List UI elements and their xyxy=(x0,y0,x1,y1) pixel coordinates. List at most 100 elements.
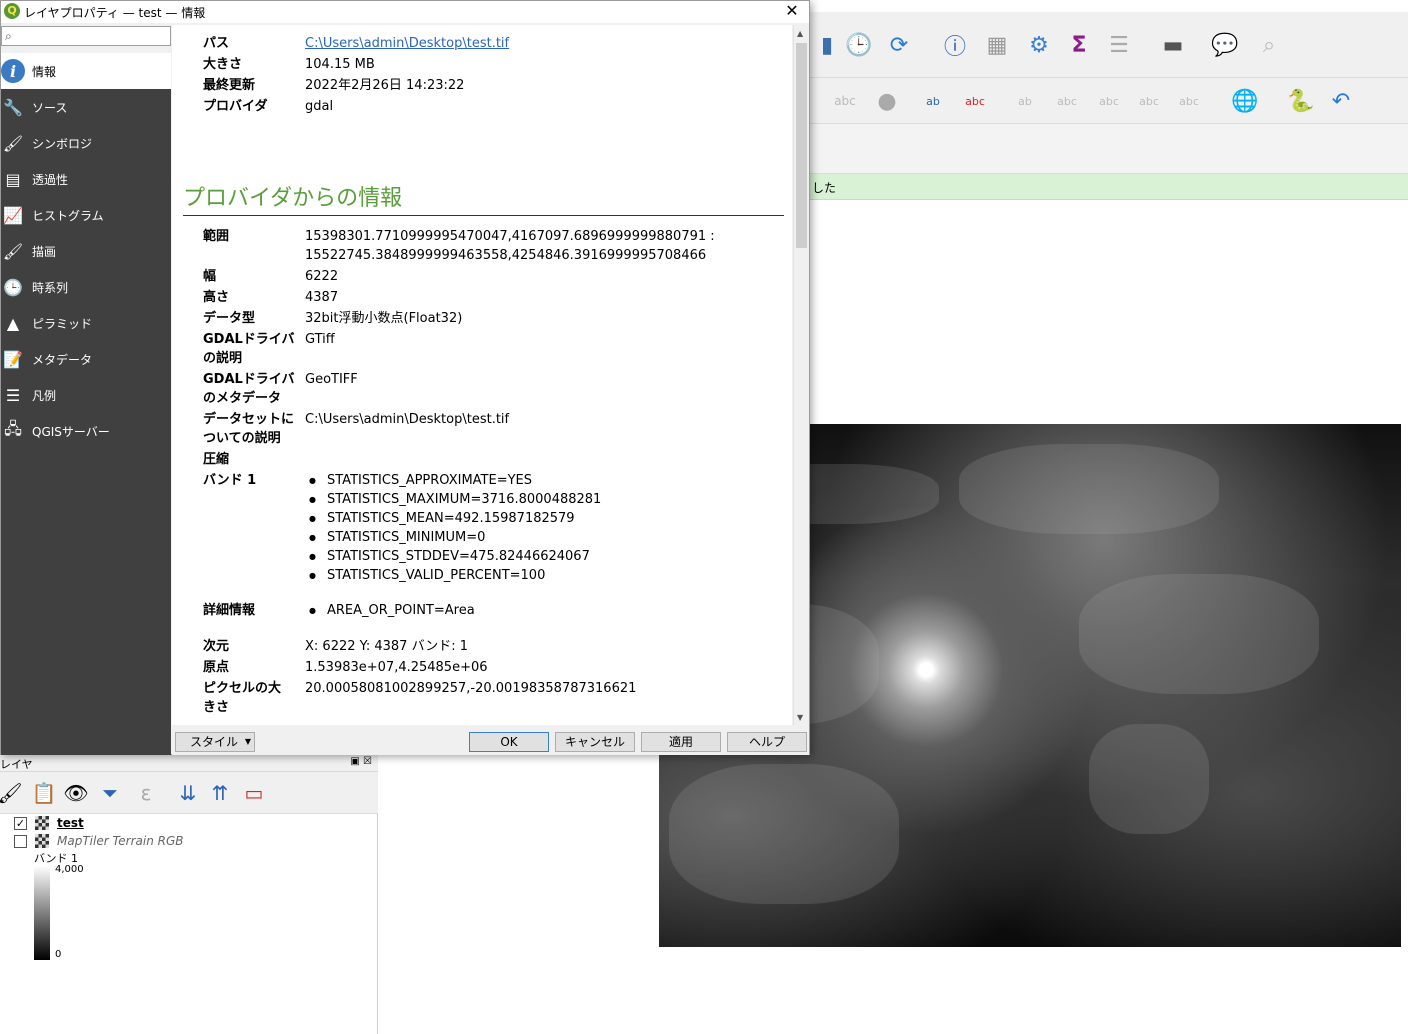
dialog-button-bar: スタイル ▼ OK キャンセル 適用 ヘルプ xyxy=(172,727,809,755)
detail-label: 詳細情報 xyxy=(203,603,256,618)
pixel-size-value: 20.00058081002899257,-20.001983587873166… xyxy=(305,681,637,696)
undo-icon[interactable]: ↶ xyxy=(1326,86,1356,116)
sidebar-item-qgis-server[interactable]: 🖧 QGISサーバー xyxy=(1,413,171,449)
layer-visibility-checkbox[interactable] xyxy=(14,834,27,848)
info-icon: i xyxy=(1,59,25,83)
main-toolbar-row-1: ▮ 🕒 ⟳ ⓘ ▦ ⚙ Σ ☰ ▬ 💬 ⌕ xyxy=(810,12,1408,78)
ok-button[interactable]: OK xyxy=(469,732,549,752)
sidebar-item-label: 透過性 xyxy=(32,172,69,187)
width-value: 6222 xyxy=(305,269,339,284)
content-scrollbar[interactable]: ▲ ▼ xyxy=(793,25,809,725)
sidebar-item-label: 情報 xyxy=(32,64,57,79)
panel-float-close-icon[interactable]: ▣ ☒ xyxy=(350,756,372,767)
clock-icon[interactable]: 🕒 xyxy=(844,30,874,60)
label-show-icon[interactable]: abc xyxy=(1052,86,1082,116)
collapse-all-icon[interactable]: ⇈ xyxy=(206,779,234,807)
sidebar-item-rendering[interactable]: 🖌 描画 xyxy=(1,233,171,269)
sidebar-item-label: ピラミッド xyxy=(32,316,93,331)
refresh-icon[interactable]: ⟳ xyxy=(884,30,914,60)
help-button[interactable]: ヘルプ xyxy=(727,732,807,752)
add-group-icon[interactable]: 📋 xyxy=(30,779,58,807)
style-dropdown-button[interactable]: スタイル ▼ xyxy=(175,732,255,752)
sidebar-item-transparency[interactable]: ▤ 透過性 xyxy=(1,161,171,197)
sum-icon[interactable]: Σ xyxy=(1064,30,1094,60)
cancel-button[interactable]: キャンセル xyxy=(555,732,635,752)
provider-value: gdal xyxy=(305,99,334,114)
path-link[interactable]: C:\Users\admin\Desktop\test.tif xyxy=(305,34,509,53)
sidebar-item-pyramids[interactable]: ▲ ピラミッド xyxy=(1,305,171,341)
layer-properties-dialog: Q レイヤプロパティ — test — 情報 ✕ ⌕ i 情報 🔧 ソース 🖌 … xyxy=(0,0,810,755)
window-title: レイヤプロパティ — test — 情報 xyxy=(24,6,206,20)
band-stat-item: STATISTICS_MEAN=492.15987182579 xyxy=(309,509,575,528)
extent-value-line1: 15398301.7710999995470047,4167097.689699… xyxy=(305,229,715,244)
settings-icon[interactable]: ⚙ xyxy=(1024,30,1054,60)
apply-button[interactable]: 適用 xyxy=(641,732,721,752)
clock-icon: 🕒 xyxy=(3,277,23,297)
band-stat-item: STATISTICS_APPROXIMATE=YES xyxy=(309,471,532,490)
layer-visibility-checkbox[interactable]: ✓ xyxy=(14,816,27,830)
filter-icon[interactable]: ⏷ xyxy=(96,779,124,807)
layers-panel-title: レイヤ xyxy=(0,758,33,771)
brush-icon: 🖌 xyxy=(2,241,24,261)
filter-expression-icon[interactable]: ε xyxy=(132,779,160,807)
pixel-size-label: ピクセルの大 xyxy=(203,681,282,696)
section-title: プロバイダからの情報 xyxy=(183,186,403,211)
datatype-label: データ型 xyxy=(203,311,256,326)
info-content-panel: パス C:\Users\admin\Desktop\test.tif 大きさ 1… xyxy=(172,25,792,725)
label-red-icon[interactable]: abc xyxy=(960,86,990,116)
table-icon[interactable]: ☰ xyxy=(1104,30,1134,60)
search-input[interactable]: ⌕ xyxy=(1,26,171,46)
qgis-logo-icon: Q xyxy=(4,3,20,19)
sidebar-item-source[interactable]: 🔧 ソース xyxy=(1,89,171,125)
scroll-up-icon[interactable]: ▲ xyxy=(797,29,803,38)
label-edit-icon[interactable]: ab xyxy=(918,86,948,116)
dimension-label: 次元 xyxy=(203,639,230,654)
expand-all-icon[interactable]: ⇊ xyxy=(174,779,202,807)
scroll-down-icon[interactable]: ▼ xyxy=(797,713,803,722)
gdal-driver-meta-label: GDALドライバ xyxy=(203,372,295,387)
legend-min-value: 0 xyxy=(55,949,62,960)
bookmark-icon[interactable]: ▮ xyxy=(812,30,842,60)
scroll-thumb[interactable] xyxy=(796,43,807,248)
sidebar-item-label: シンボロジ xyxy=(32,136,93,151)
label-rotate-icon[interactable]: abc xyxy=(1134,86,1164,116)
label-pin-icon[interactable]: abc xyxy=(1094,86,1124,116)
attribute-table-icon[interactable]: ▦ xyxy=(982,30,1012,60)
sidebar-item-info[interactable]: i 情報 xyxy=(1,53,171,89)
layer-item-test[interactable]: ✓ test xyxy=(14,814,84,832)
extent-value-line2: 15522745.3848999999463558,4254846.391699… xyxy=(305,248,707,263)
plugin-globe-icon[interactable]: 🌐 xyxy=(1230,86,1260,116)
dimension-value: X: 6222 Y: 4387 バンド: 1 xyxy=(305,639,469,654)
sidebar-item-legend[interactable]: ☰ 凡例 xyxy=(1,377,171,413)
visibility-icon[interactable]: 👁 xyxy=(62,779,90,807)
height-value: 4387 xyxy=(305,290,339,305)
sidebar-item-metadata[interactable]: 📝 メタデータ xyxy=(1,341,171,377)
close-button[interactable]: ✕ xyxy=(781,1,803,21)
sidebar-item-label: 凡例 xyxy=(32,388,57,403)
dataset-desc-label-2: ついての説明 xyxy=(203,431,281,446)
python-icon[interactable]: 🐍 xyxy=(1286,86,1316,116)
message-bar: した xyxy=(810,174,1408,200)
label-change-icon[interactable]: abc xyxy=(1174,86,1204,116)
sidebar-item-temporal[interactable]: 🕒 時系列 xyxy=(1,269,171,305)
chevron-down-icon: ▼ xyxy=(244,737,251,746)
size-label: 大きさ xyxy=(203,57,243,72)
layer-item-maptiler[interactable]: MapTiler Terrain RGB xyxy=(14,832,184,850)
sidebar-item-symbology[interactable]: 🖌 シンボロジ xyxy=(1,125,171,161)
tooltip-icon[interactable]: 💬 xyxy=(1210,30,1240,60)
sidebar-item-histogram[interactable]: 📈 ヒストグラム xyxy=(1,197,171,233)
pin-label-icon[interactable]: ● xyxy=(872,86,902,116)
search-icon[interactable]: ⌕ xyxy=(1254,30,1284,60)
measure-icon[interactable]: ▬ xyxy=(1158,30,1188,60)
layer-style-icon[interactable]: 🖌 xyxy=(0,779,24,807)
last-modified-value: 2022年2月26日 14:23:22 xyxy=(305,78,465,93)
band-stat-item: STATISTICS_MAXIMUM=3716.8000488281 xyxy=(309,490,601,509)
remove-layer-icon[interactable]: ▭ xyxy=(240,779,268,807)
sidebar-item-label: ソース xyxy=(32,100,68,115)
label-icon[interactable]: abc xyxy=(830,86,860,116)
server-icon: 🖧 xyxy=(4,418,22,438)
label-move-icon[interactable]: ab xyxy=(1010,86,1040,116)
band-label: バンド 1 xyxy=(203,473,257,488)
histogram-icon: 📈 xyxy=(3,205,23,225)
identify-icon[interactable]: ⓘ xyxy=(940,30,970,60)
